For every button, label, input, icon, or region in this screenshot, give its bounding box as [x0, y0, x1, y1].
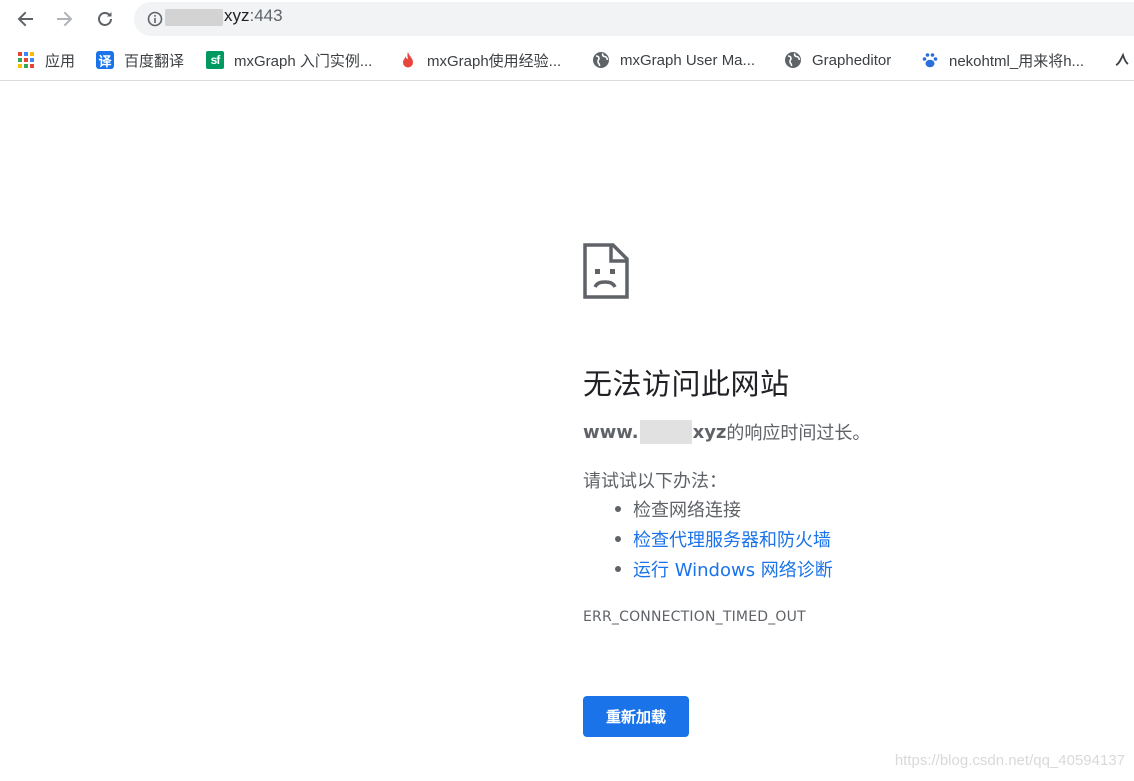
suggestion-check-network: 检查网络连接: [633, 500, 741, 521]
bookmark-label: mxGraph User Ma...: [620, 51, 756, 69]
reload-icon: [98, 12, 112, 26]
translate-icon: 译: [96, 51, 114, 69]
sf-icon: sf: [206, 51, 224, 69]
bullet-icon: [615, 566, 621, 572]
bookmarks-bar: 应用 译 百度翻译 sf mxGraph 入门实例... mxGraph使用经验…: [0, 40, 1134, 81]
url-host: xyz: [224, 6, 250, 25]
watermark: https://blog.csdn.net/qq_40594137: [894, 752, 1125, 769]
message-text: 的响应时间过长。: [726, 423, 871, 444]
browser-toolbar: xyz:443: [0, 0, 1134, 40]
error-code: ERR_CONNECTION_TIMED_OUT: [583, 609, 806, 625]
bookmark-mxgraph-user-manual[interactable]: mxGraph User Ma...: [592, 40, 755, 80]
suggestion-check-proxy-link[interactable]: 检查代理服务器和防火墙: [633, 526, 831, 552]
suggestion-network-diagnostics-link[interactable]: 运行 Windows 网络诊断: [633, 556, 833, 582]
bookmark-baidu-translate[interactable]: 译 百度翻译: [96, 40, 184, 80]
host-suffix: xyz: [692, 421, 727, 443]
suggestions-list: 检查网络连接 检查代理服务器和防火墙 运行 Windows 网络诊断: [583, 494, 833, 584]
arrow-right-icon: [57, 11, 73, 27]
bullet-icon: [615, 536, 621, 542]
bookmark-mxgraph-intro[interactable]: sf mxGraph 入门实例...: [206, 40, 372, 80]
apps-grid-icon: [17, 51, 35, 69]
bookmark-label: mxGraph使用经验...: [427, 52, 562, 70]
bookmark-label: 百度翻译: [124, 52, 185, 70]
url-port: :443: [249, 6, 283, 25]
forward-button[interactable]: [50, 4, 80, 34]
bookmark-mxgraph-experience[interactable]: mxGraph使用经验...: [399, 40, 561, 80]
list-item: 运行 Windows 网络诊断: [583, 554, 833, 584]
bookmark-label: 应用: [45, 52, 76, 70]
bookmark-label: Grapheditor: [812, 51, 892, 69]
arrow-left-icon: [17, 11, 33, 27]
back-button[interactable]: [10, 4, 40, 34]
bookmark-apps[interactable]: 应用: [17, 40, 75, 80]
globe-icon: [784, 51, 802, 69]
info-circle-icon[interactable]: [147, 11, 163, 27]
reload-page-button[interactable]: 重新加载: [583, 696, 689, 737]
try-label: 请试试以下办法：: [583, 471, 727, 492]
address-bar[interactable]: [134, 2, 1134, 36]
paw-icon: [921, 51, 939, 69]
error-title: 无法访问此网站: [583, 367, 790, 401]
globe-icon: [592, 51, 610, 69]
list-item: 检查网络连接: [583, 494, 833, 524]
host-prefix: www.: [583, 421, 639, 443]
url-redacted-blur: [165, 9, 223, 26]
error-message: www. xyz 的响应时间过长。: [583, 419, 870, 445]
reload-button[interactable]: [90, 4, 120, 34]
host-redacted-blur: [639, 420, 692, 444]
bookmark-grapheditor[interactable]: Grapheditor: [784, 40, 891, 80]
partial-favicon-icon: [1114, 51, 1132, 69]
url-text[interactable]: xyz:443: [224, 6, 283, 26]
flame-icon: [399, 51, 417, 69]
bullet-icon: [615, 506, 621, 512]
bookmark-label: nekohtml_用来将h...: [949, 52, 1085, 70]
bookmark-label: mxGraph 入门实例...: [234, 52, 373, 70]
bookmark-overflow-partial[interactable]: [1114, 40, 1134, 80]
list-item: 检查代理服务器和防火墙: [583, 524, 833, 554]
sad-page-icon: [583, 243, 629, 299]
bookmark-nekohtml[interactable]: nekohtml_用来将h...: [921, 40, 1084, 80]
